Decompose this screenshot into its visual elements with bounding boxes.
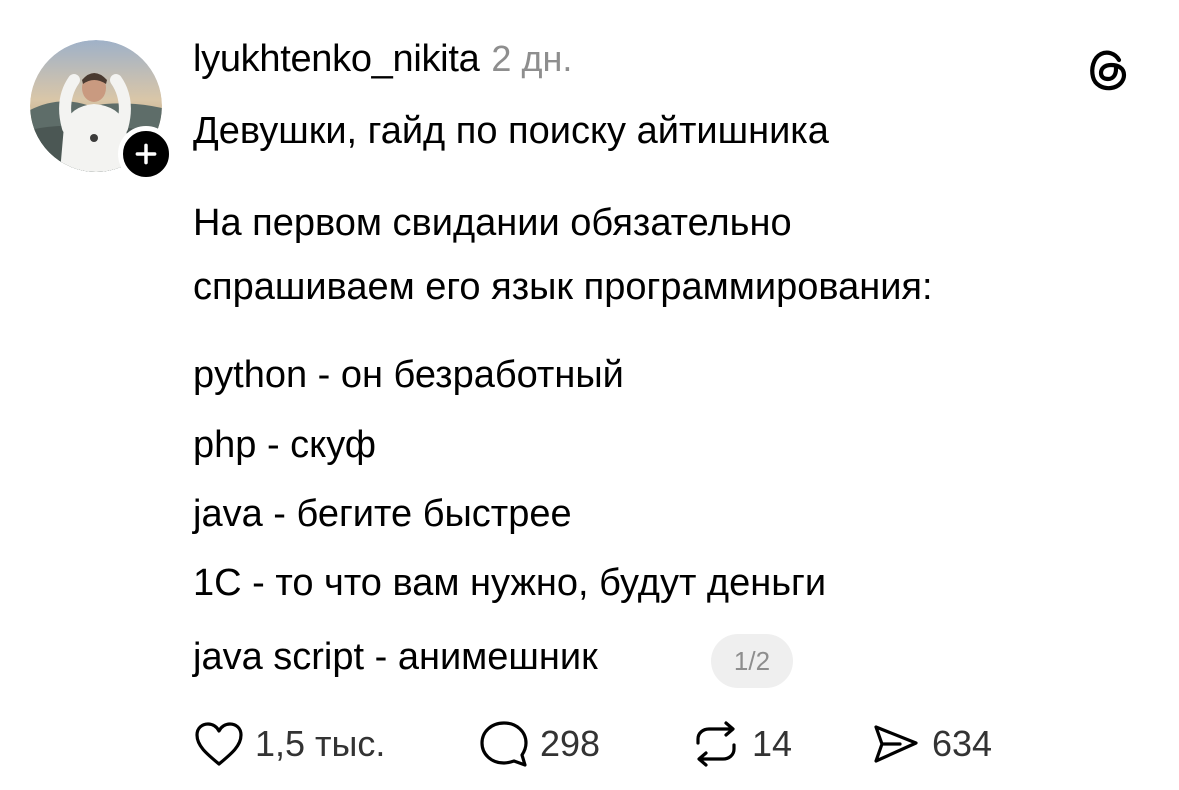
post-text-line: python - он безработный (193, 354, 624, 396)
author-avatar-container (30, 40, 174, 182)
post-text-line: php - скуф (193, 424, 377, 466)
follow-button[interactable] (118, 126, 174, 182)
post-timestamp: 2 дн. (491, 38, 573, 79)
plus-icon (135, 143, 157, 165)
post-text-line: На первом свидании обязательно (193, 202, 792, 244)
threads-logo-icon[interactable] (1083, 44, 1133, 94)
comment-count: 298 (540, 723, 601, 764)
post-header: lyukhtenko_nikita 2 дн. (193, 38, 572, 90)
share-button[interactable]: 634 (870, 718, 992, 770)
send-icon (870, 719, 922, 769)
post-text-line: Девушки, гайд по поиску айтишника (193, 110, 829, 152)
post-text-line: java script - анимешник (193, 636, 598, 678)
repost-count: 14 (752, 723, 793, 764)
page-indicator-badge[interactable]: 1/2 (711, 634, 793, 688)
heart-icon (193, 720, 245, 768)
comment-bubble-icon (478, 719, 530, 769)
repost-icon (690, 719, 742, 769)
repost-button[interactable]: 14 (690, 718, 792, 770)
post-text-line: java - бегите быстрее (193, 493, 572, 535)
comment-button[interactable]: 298 (478, 718, 600, 770)
like-count: 1,5 тыс. (255, 723, 386, 764)
share-count: 634 (932, 723, 993, 764)
author-username[interactable]: lyukhtenko_nikita (193, 38, 480, 81)
like-button[interactable]: 1,5 тыс. (193, 718, 385, 770)
post-text-line: спрашиваем его язык программирования: (193, 266, 933, 308)
post-text-line: 1С - то что вам нужно, будут деньги (193, 562, 827, 604)
